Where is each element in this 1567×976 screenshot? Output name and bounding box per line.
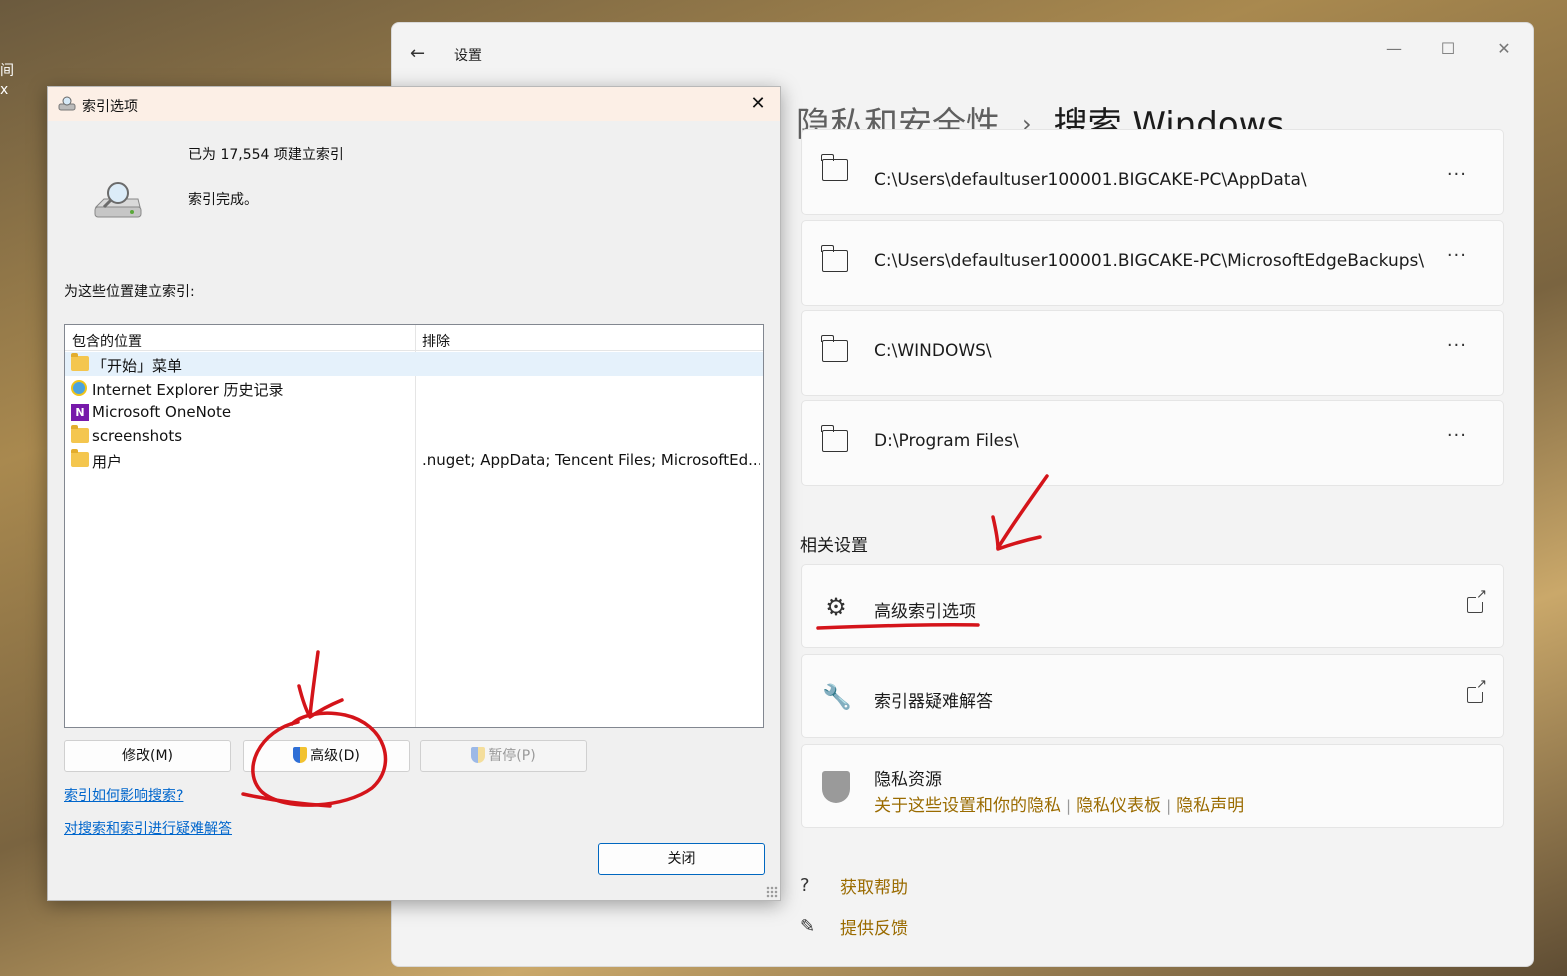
location-name: Internet Explorer 历史记录: [92, 381, 284, 399]
maximize-button[interactable]: ☐: [1428, 33, 1468, 65]
list-item[interactable]: 用户 .nuget; AppData; Tencent Files; Micro…: [65, 448, 763, 472]
list-header: 包含的位置 排除: [65, 325, 763, 351]
external-link-icon: [1467, 678, 1487, 703]
list-item[interactable]: Internet Explorer 历史记录: [65, 376, 763, 400]
pause-button[interactable]: 暂停(P): [420, 740, 587, 772]
help-icon: ?: [800, 875, 810, 896]
privacy-title: 隐私资源: [874, 770, 942, 790]
desktop-label: 间: [0, 63, 14, 79]
wrench-icon: 🔧: [822, 683, 852, 711]
folder-icon: [821, 245, 848, 272]
modify-label: 修改(M): [121, 748, 173, 764]
folder-icon: [71, 449, 89, 467]
feedback-icon: ✎: [800, 916, 816, 937]
advanced-button[interactable]: 高级(D): [243, 740, 410, 772]
list-item[interactable]: 「开始」菜单: [65, 352, 763, 376]
more-options-button[interactable]: ···: [1447, 164, 1467, 185]
link-separator: |: [1066, 797, 1072, 815]
list-item[interactable]: N Microsoft OneNote: [65, 400, 763, 424]
resize-grip[interactable]: [766, 886, 778, 898]
setting-label: 索引器疑难解答: [874, 692, 993, 712]
desktop-label: x: [0, 82, 9, 98]
folder-path: C:\Users\defaultuser100001.BIGCAKE-PC\Ap…: [874, 170, 1307, 190]
locations-label: 为这些位置建立索引:: [64, 284, 195, 300]
dialog-close-button[interactable]: 关闭: [598, 843, 765, 875]
privacy-resources-card: 隐私资源 关于这些设置和你的隐私 | 隐私仪表板 | 隐私声明: [801, 744, 1504, 828]
more-options-button[interactable]: ···: [1447, 425, 1467, 446]
uac-shield-icon: [471, 747, 486, 763]
pause-label: 暂停(P): [488, 748, 536, 764]
advanced-indexing-options-card[interactable]: ⚙ 高级索引选项: [801, 564, 1504, 648]
get-help-label: 获取帮助: [840, 878, 908, 898]
indexing-icon: [58, 96, 76, 111]
folder-path: C:\Users\defaultuser100001.BIGCAKE-PC\Mi…: [874, 251, 1425, 271]
drive-search-icon: [94, 182, 142, 218]
folder-icon: [821, 154, 848, 181]
gear-icon: ⚙: [825, 593, 847, 621]
excluded-folder-card: C:\Users\defaultuser100001.BIGCAKE-PC\Mi…: [801, 220, 1504, 306]
uac-shield-icon: [293, 747, 308, 763]
advanced-label: 高级(D): [310, 748, 360, 764]
privacy-links: 关于这些设置和你的隐私 | 隐私仪表板 | 隐私声明: [874, 791, 1244, 816]
troubleshoot-search-link[interactable]: 对搜索和索引进行疑难解答: [64, 818, 232, 838]
privacy-link-about[interactable]: 关于这些设置和你的隐私: [874, 796, 1061, 816]
dialog-title: 索引选项: [82, 99, 138, 115]
folder-icon: [821, 335, 848, 362]
locations-list[interactable]: 包含的位置 排除 「开始」菜单 Internet Explorer 历史记录 N…: [64, 324, 764, 728]
how-indexing-affects-search-link[interactable]: 索引如何影响搜索?: [64, 785, 183, 805]
internet-explorer-icon: [71, 380, 87, 396]
location-name: 用户: [92, 453, 123, 471]
app-title: 设置: [454, 48, 482, 64]
excluded-folder-card: C:\Users\defaultuser100001.BIGCAKE-PC\Ap…: [801, 129, 1504, 215]
excluded-folder-card: C:\WINDOWS\ ···: [801, 310, 1504, 396]
more-options-button[interactable]: ···: [1447, 245, 1467, 266]
folder-path: D:\Program Files\: [874, 431, 1019, 451]
minimize-button[interactable]: —: [1374, 33, 1414, 65]
related-settings-title: 相关设置: [800, 536, 868, 556]
column-excluded[interactable]: 排除: [422, 331, 450, 351]
feedback-label: 提供反馈: [840, 919, 908, 939]
shield-icon: [822, 771, 850, 803]
location-exclude: .nuget; AppData; Tencent Files; Microsof…: [422, 451, 760, 469]
folder-icon: [821, 425, 848, 452]
dialog-titlebar: 索引选项 ✕: [48, 87, 780, 121]
privacy-link-statement[interactable]: 隐私声明: [1176, 796, 1244, 816]
onenote-icon: N: [71, 404, 89, 421]
external-link-icon: [1467, 588, 1487, 613]
settings-titlebar: ← 设置 — ☐ ✕: [392, 23, 1533, 83]
excluded-folder-card: D:\Program Files\ ···: [801, 400, 1504, 486]
location-name: 「开始」菜单: [92, 357, 183, 375]
folder-path: C:\WINDOWS\: [874, 341, 992, 361]
privacy-link-dashboard[interactable]: 隐私仪表板: [1076, 796, 1161, 816]
dialog-close-icon[interactable]: ✕: [744, 91, 772, 117]
back-button[interactable]: ←: [410, 43, 434, 67]
close-button[interactable]: ✕: [1484, 33, 1524, 65]
folder-icon: [71, 353, 89, 371]
location-name: screenshots: [92, 427, 183, 445]
location-name: Microsoft OneNote: [92, 403, 232, 421]
indexed-count: 已为 17,554 项建立索引: [188, 147, 344, 163]
indexing-status: 索引完成。: [188, 192, 258, 208]
close-label: 关闭: [667, 851, 696, 867]
more-options-button[interactable]: ···: [1447, 335, 1467, 356]
column-included[interactable]: 包含的位置: [72, 331, 142, 351]
folder-icon: [71, 425, 89, 443]
setting-label: 高级索引选项: [874, 602, 976, 622]
link-separator: |: [1166, 797, 1172, 815]
indexer-troubleshooter-card[interactable]: 🔧 索引器疑难解答: [801, 654, 1504, 738]
indexing-options-dialog: 索引选项 ✕ 已为 17,554 项建立索引 索引完成。 为这些位置建立索引: …: [47, 86, 781, 901]
modify-button[interactable]: 修改(M): [64, 740, 231, 772]
list-item[interactable]: screenshots: [65, 424, 763, 448]
